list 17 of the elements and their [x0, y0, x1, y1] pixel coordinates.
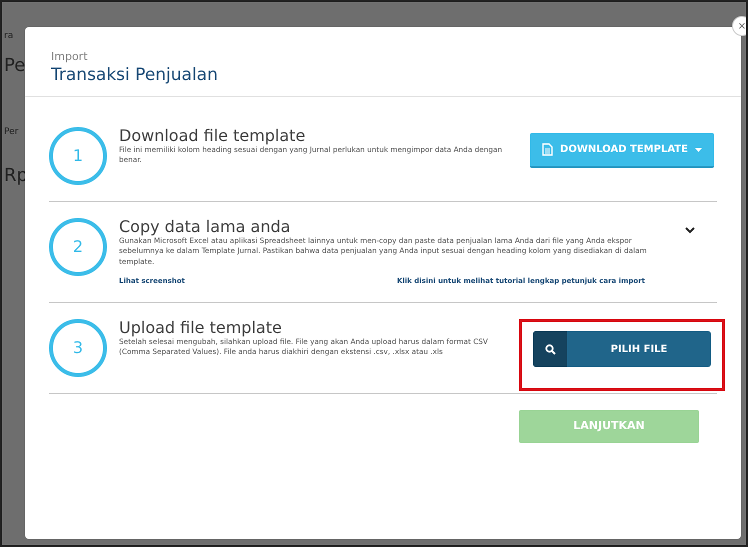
step-number: 2: [49, 218, 107, 276]
step-title: Copy data lama anda: [119, 218, 292, 236]
step-number: 3: [49, 319, 107, 378]
modal-title: Transaksi Penjualan: [51, 66, 219, 84]
document-icon: [542, 143, 554, 156]
background-text: ra: [4, 30, 14, 43]
background-text: Per: [4, 126, 18, 139]
step-title: Download file template: [119, 127, 306, 145]
upload-button[interactable]: PILIH FILE: [533, 331, 711, 368]
step-title: Upload file template: [119, 319, 283, 337]
step-number: 1: [49, 127, 107, 186]
background-text: Pe: [4, 54, 26, 78]
caret-icon: [694, 148, 702, 152]
chevron-down-icon: [685, 227, 695, 234]
modal-subtitle: Import: [51, 49, 89, 65]
close-button[interactable]: ×: [732, 16, 746, 36]
search-icon: [544, 344, 556, 355]
